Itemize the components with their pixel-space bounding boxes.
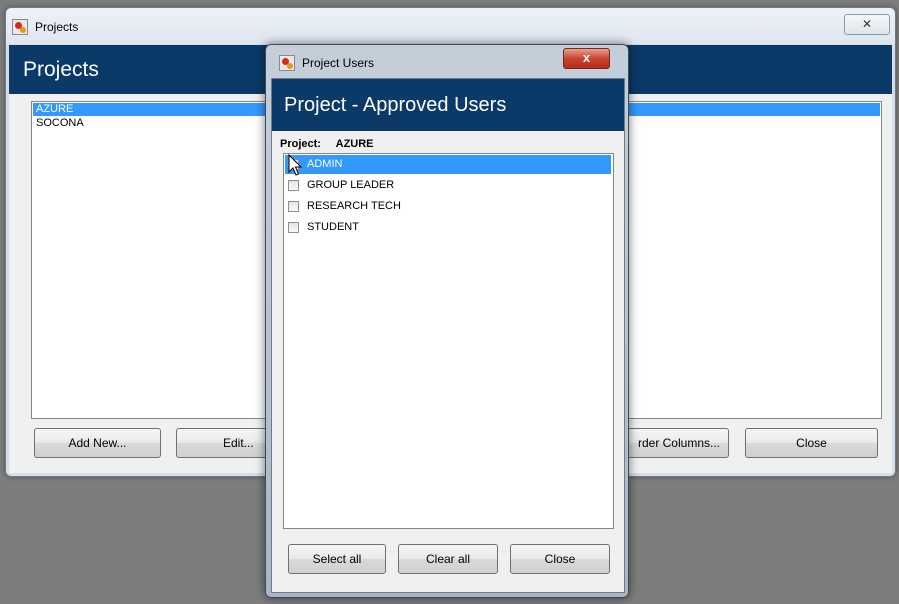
window-title: Projects — [35, 20, 79, 34]
dialog-body: Project - Approved Users Project: AZURE … — [271, 78, 625, 593]
user-label: RESEARCH TECH — [307, 200, 401, 212]
dialog-titlebar[interactable]: Project Users x — [266, 45, 628, 77]
dialog-heading: Project - Approved Users — [284, 94, 507, 116]
users-list[interactable]: ADMIN GROUP LEADER RESEARCH TECH STUDENT — [283, 153, 614, 529]
checkbox-icon[interactable] — [288, 201, 299, 212]
select-all-button[interactable]: Select all — [288, 544, 386, 574]
user-item-student[interactable]: STUDENT — [285, 218, 611, 237]
projects-titlebar[interactable]: Projects ✕ — [6, 8, 895, 44]
checkbox-icon[interactable] — [288, 222, 299, 233]
user-item-research-tech[interactable]: RESEARCH TECH — [285, 197, 611, 216]
app-icon — [12, 19, 28, 35]
dialog-header: Project - Approved Users — [272, 79, 624, 131]
window-close-button[interactable]: ✕ — [844, 14, 890, 35]
clear-all-button[interactable]: Clear all — [398, 544, 498, 574]
close-icon: x — [582, 50, 591, 65]
dialog-close-action-button[interactable]: Close — [510, 544, 610, 574]
user-label: ADMIN — [307, 158, 343, 170]
checkbox-icon[interactable] — [288, 180, 299, 191]
project-value: AZURE — [335, 138, 374, 150]
project-users-dialog: Project Users x Project - Approved Users… — [265, 44, 629, 598]
dialog-title: Project Users — [302, 56, 375, 70]
close-button[interactable]: Close — [745, 428, 878, 458]
dialog-close-button[interactable]: x — [563, 48, 610, 69]
project-label: Project: — [280, 138, 321, 150]
user-item-admin[interactable]: ADMIN — [285, 155, 611, 175]
add-new-button[interactable]: Add New... — [34, 428, 161, 458]
user-label: GROUP LEADER — [307, 179, 395, 191]
project-info: Project: AZURE — [280, 138, 374, 150]
app-icon — [279, 55, 295, 71]
mouse-cursor-icon — [288, 154, 303, 176]
page-title: Projects — [23, 58, 99, 81]
user-item-group-leader[interactable]: GROUP LEADER — [285, 176, 611, 195]
user-label: STUDENT — [307, 221, 359, 233]
